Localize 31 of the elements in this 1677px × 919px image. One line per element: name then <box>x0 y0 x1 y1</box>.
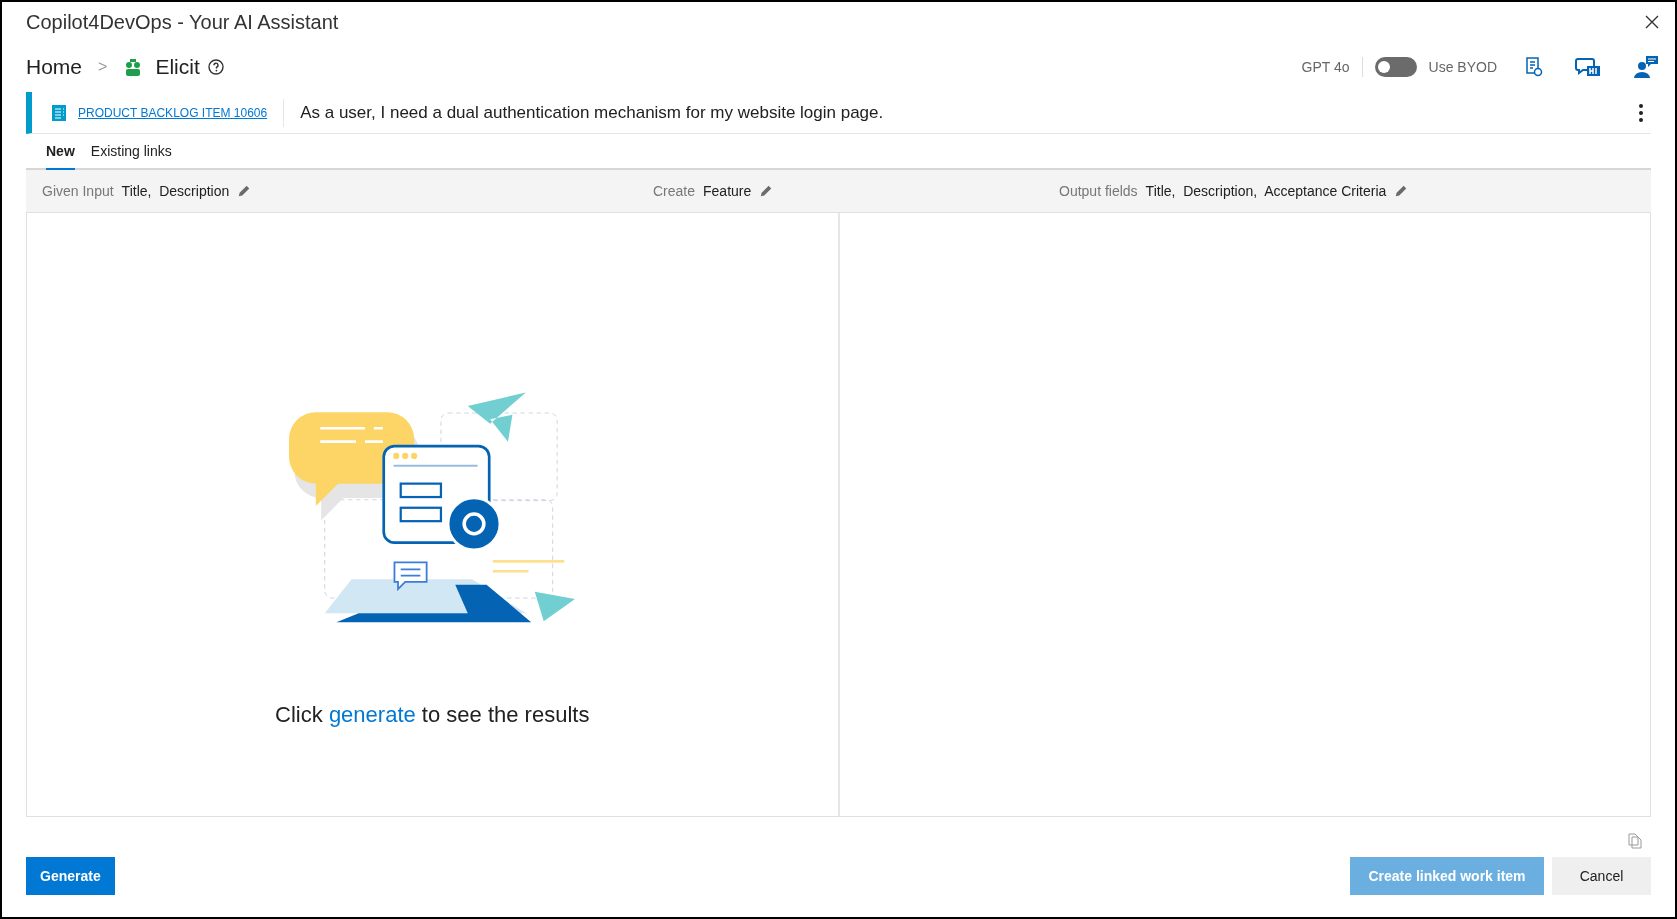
empty-state-message: Click generate to see the results <box>275 701 590 729</box>
edit-icon[interactable] <box>237 184 252 198</box>
config-value: Title, Description, Acceptance Criteria <box>1145 181 1387 201</box>
more-options-icon[interactable] <box>1639 103 1643 122</box>
document-settings-icon[interactable] <box>1525 57 1543 77</box>
generate-link[interactable]: generate <box>328 702 416 727</box>
work-item-link[interactable]: PRODUCT BACKLOG ITEM 10606 <box>78 103 268 122</box>
config-value: Title, Description <box>121 181 230 201</box>
generate-button[interactable]: Generate <box>26 857 115 895</box>
user-feedback-icon[interactable] <box>1633 55 1659 79</box>
chatbot-icon[interactable] <box>1575 55 1601 79</box>
config-label: Given Input <box>42 181 114 201</box>
close-icon[interactable] <box>1645 15 1659 29</box>
window-title: Copilot4DevOps - Your AI Assistant <box>26 10 339 35</box>
breadcrumb-home[interactable]: Home <box>26 51 83 83</box>
help-icon[interactable] <box>207 59 224 75</box>
config-label: Create <box>653 181 696 201</box>
edit-icon[interactable] <box>1394 184 1409 198</box>
byod-toggle[interactable] <box>1374 57 1417 77</box>
backlog-item-icon <box>52 104 66 121</box>
model-label: GPT 4o <box>1301 57 1350 77</box>
config-label: Output fields <box>1059 181 1138 201</box>
work-item-title: As a user, I need a dual authentication mechanism for my website login page. <box>300 101 884 124</box>
page-title: Elicit <box>155 54 200 81</box>
breadcrumb-separator: > <box>98 57 108 77</box>
tab[interactable]: Existing links <box>90 141 172 170</box>
edit-icon[interactable] <box>759 184 774 198</box>
cancel-button[interactable]: Cancel <box>1552 857 1651 895</box>
config-value: Feature <box>703 181 752 201</box>
byod-label: Use BYOD <box>1428 57 1497 77</box>
copy-icon[interactable] <box>1627 833 1643 849</box>
